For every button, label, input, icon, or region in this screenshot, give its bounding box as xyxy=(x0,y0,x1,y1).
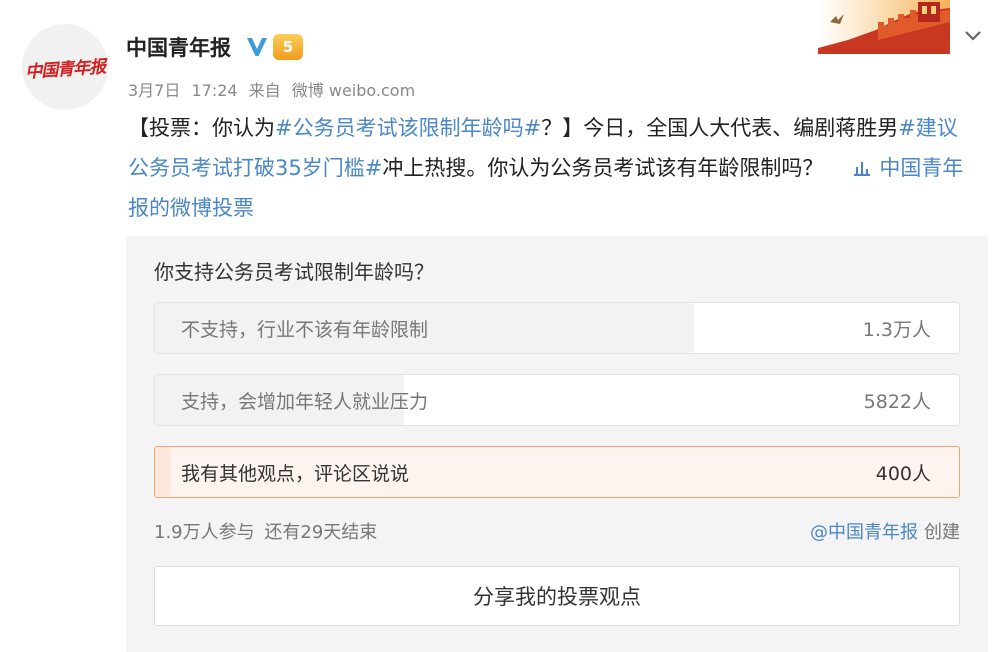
poll-option-label: 支持，会增加年轻人就业压力 xyxy=(181,391,429,413)
poll-stats: 1.9万人参与 还有29天结束 xyxy=(154,518,381,544)
poll-option-selected[interactable]: 我有其他观点，评论区说说 400人 xyxy=(154,446,960,498)
poll-participants: 1.9万人参与 xyxy=(154,522,255,543)
vip-icon[interactable]: 5 xyxy=(273,34,303,60)
poll-creator-suffix: 创建 xyxy=(924,522,960,543)
poll-option[interactable]: 不支持，行业不该有年龄限制 1.3万人 xyxy=(154,302,960,354)
poll-creator: @中国青年报 创建 xyxy=(810,518,960,544)
topic-link[interactable]: #公务员考试该限制年龄吗# xyxy=(275,116,541,140)
poll-option-count: 1.3万人 xyxy=(862,319,931,341)
post-date[interactable]: 3月7日 xyxy=(128,81,180,100)
post-source: 微博 weibo.com xyxy=(291,81,416,100)
source-prefix: 来自 xyxy=(248,81,281,100)
poll-option-count: 400人 xyxy=(875,463,931,485)
poll-question: 你支持公务员考试限制年龄吗？ xyxy=(154,260,434,284)
text-part: 冲上热搜。你认为公务员考试该有年龄限制吗？ xyxy=(382,156,824,180)
poll-option[interactable]: 支持，会增加年轻人就业压力 5822人 xyxy=(154,374,960,426)
avatar-logo-text: 中国青年报 xyxy=(24,56,106,83)
poll-remaining: 还有29天结束 xyxy=(264,522,378,543)
poll-option-fill xyxy=(155,447,172,497)
chevron-down-icon[interactable] xyxy=(962,26,984,44)
poll-option-label: 不支持，行业不该有年龄限制 xyxy=(181,319,429,341)
great-wall-banner xyxy=(818,0,950,54)
poll-creator-link[interactable]: @中国青年报 xyxy=(810,522,918,543)
post-text: 【投票：你认为#公务员考试该限制年龄吗#？】今日，全国人大代表、编剧蒋胜男#建议… xyxy=(128,108,968,228)
post-meta: 3月7日 17:24 来自 微博 weibo.com xyxy=(128,77,421,101)
text-part: 【投票：你认为 xyxy=(128,116,275,140)
poll-option-count: 5822人 xyxy=(863,391,931,413)
text-part: ？】今日，全国人大代表、编剧蒋胜男 xyxy=(541,116,899,140)
share-vote-button[interactable]: 分享我的投票观点 xyxy=(154,566,960,626)
post-time[interactable]: 17:24 xyxy=(191,81,237,100)
author-row: 中国青年报 5 xyxy=(126,32,303,62)
poll-card: 你支持公务员考试限制年龄吗？ 不支持，行业不该有年龄限制 1.3万人 支持，会增… xyxy=(126,236,988,652)
verified-icon xyxy=(247,38,267,56)
poll-icon xyxy=(854,162,871,176)
author-name[interactable]: 中国青年报 xyxy=(126,32,231,62)
avatar[interactable]: 中国青年报 xyxy=(22,24,108,110)
poll-option-label: 我有其他观点，评论区说说 xyxy=(181,463,410,485)
